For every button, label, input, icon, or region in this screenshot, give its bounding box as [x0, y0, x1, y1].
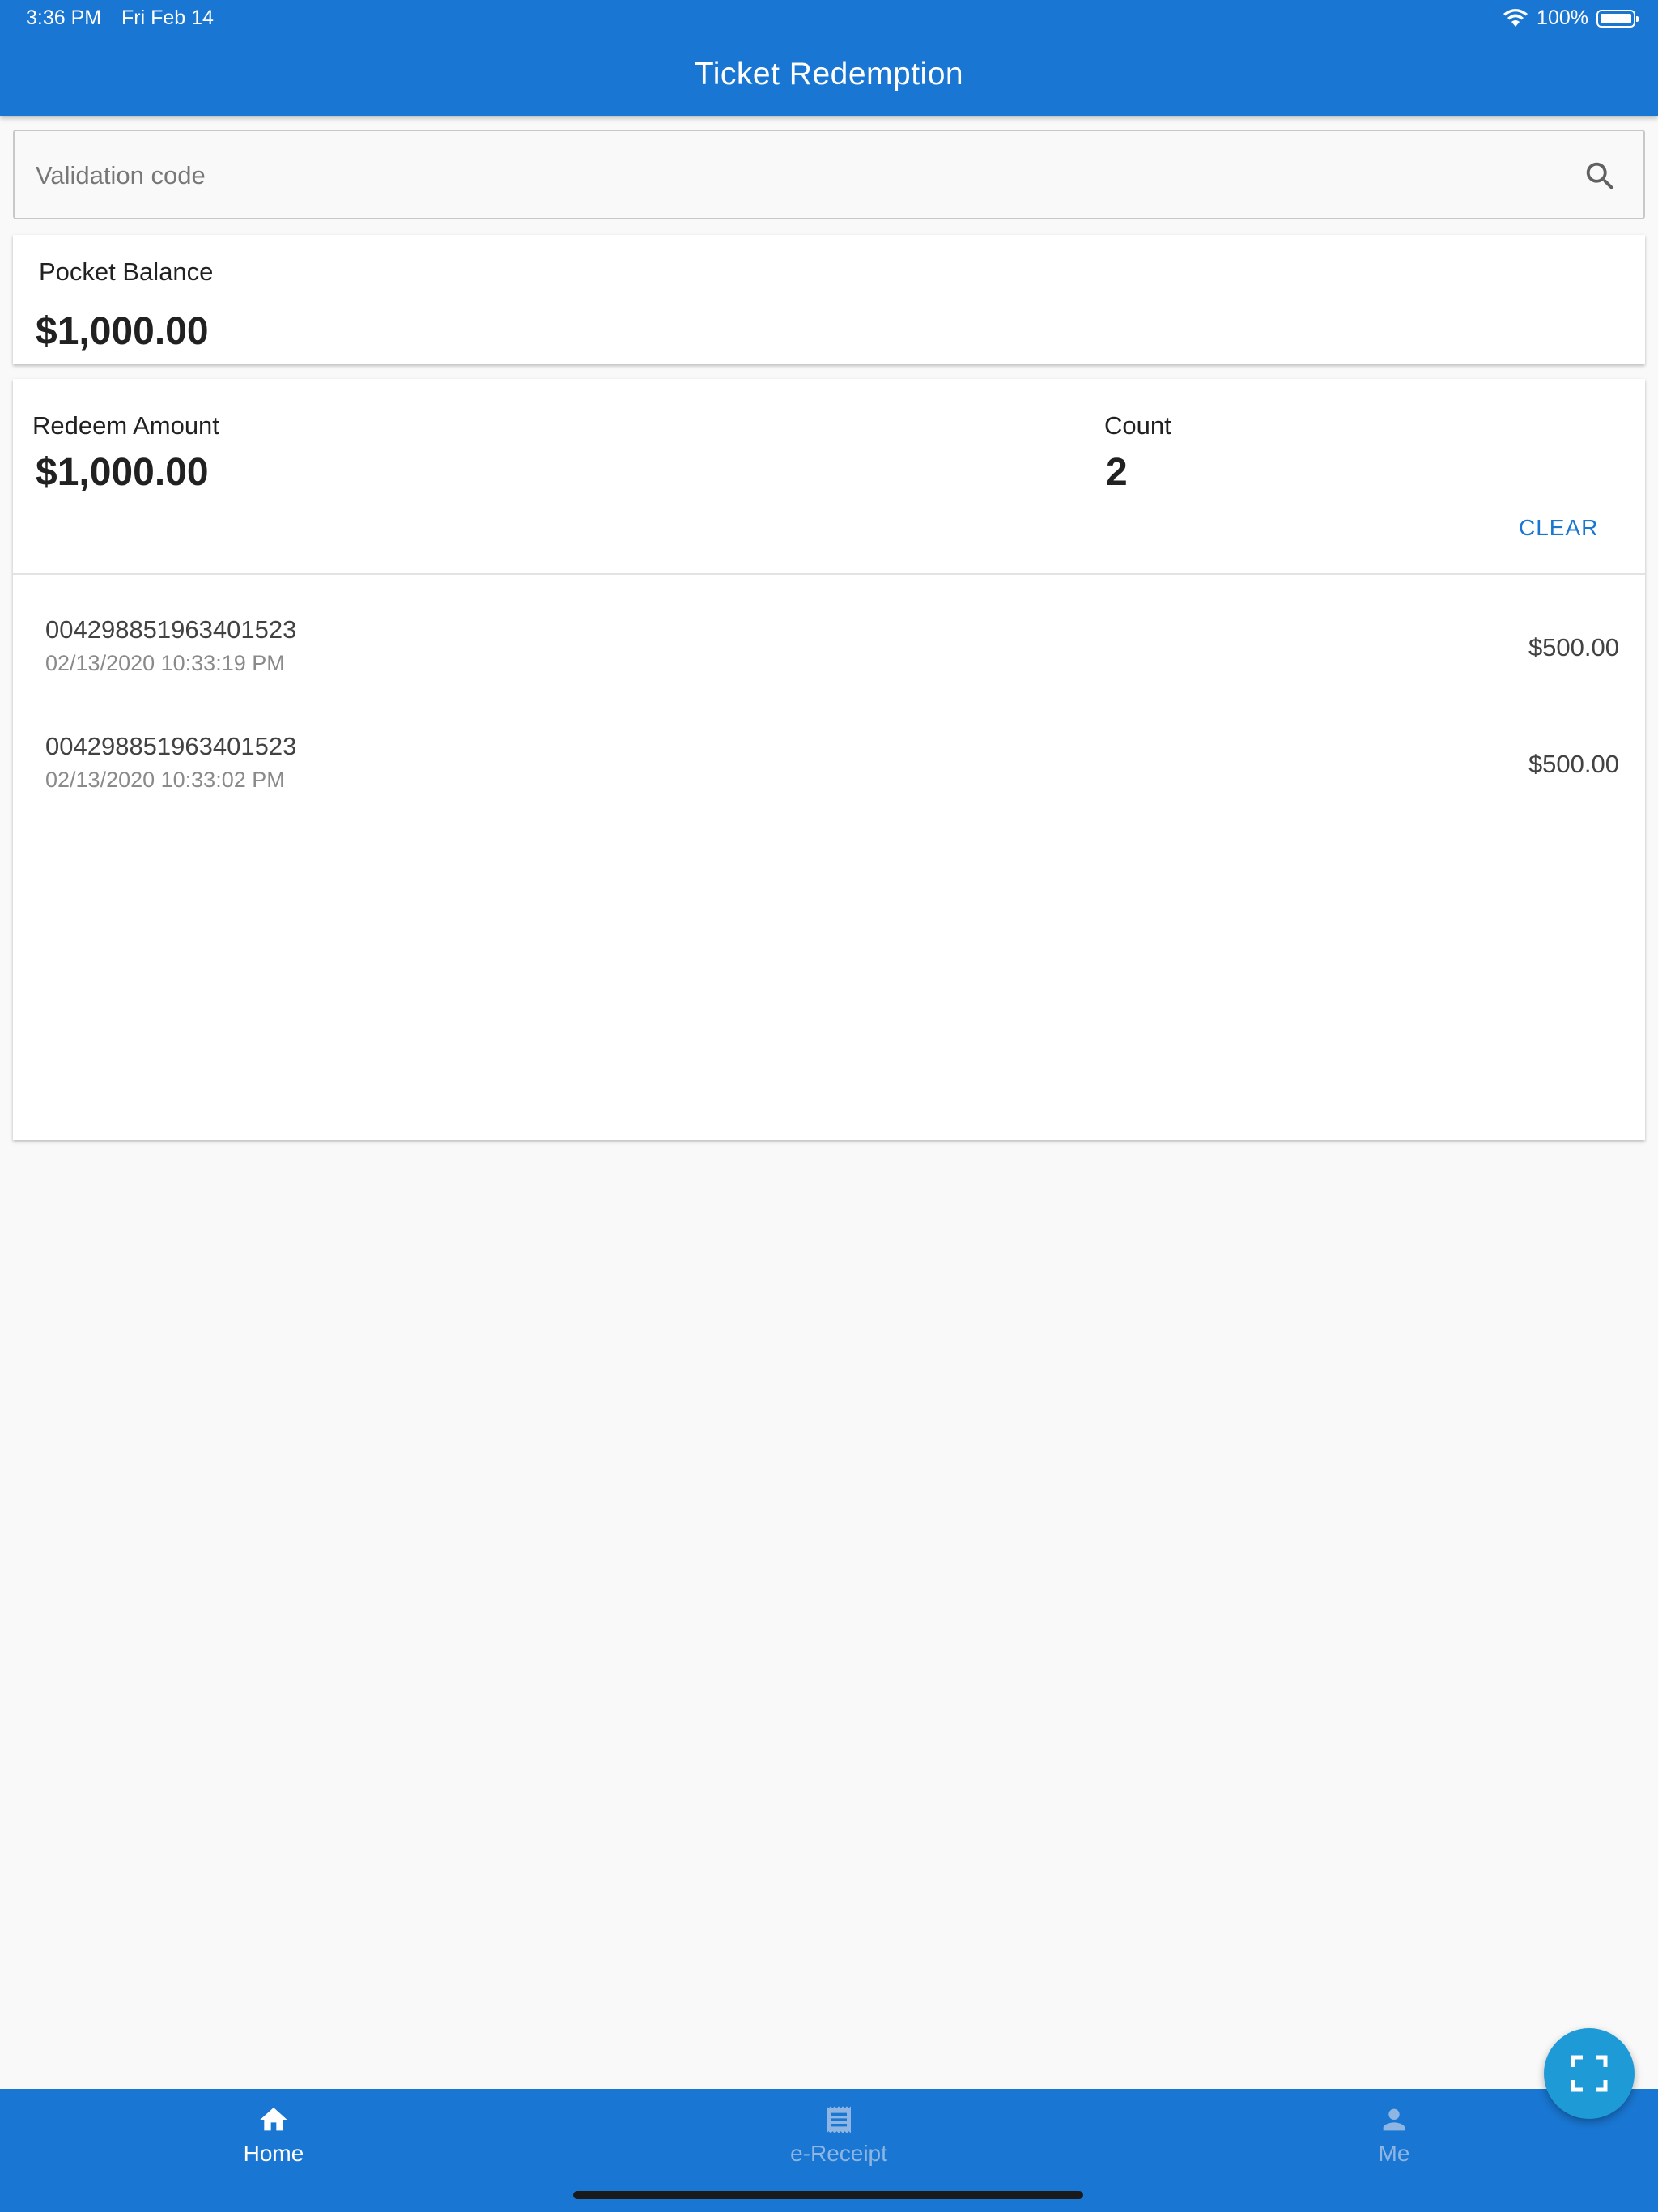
ticket-code: 004298851963401523 — [45, 732, 297, 760]
pocket-balance-card: Pocket Balance $1,000.00 — [13, 235, 1645, 364]
nav-label-home: Home — [243, 2141, 304, 2166]
list-item[interactable]: 004298851963401523 02/13/2020 10:33:02 P… — [13, 732, 1645, 837]
clear-button[interactable]: CLEAR — [1519, 515, 1598, 541]
validation-code-input[interactable] — [34, 131, 1559, 219]
ticket-amount: $500.00 — [1528, 633, 1619, 661]
nav-label-e-receipt: e-Receipt — [790, 2141, 887, 2166]
nav-item-home[interactable]: Home — [112, 2089, 436, 2186]
status-date: Fri Feb 14 — [121, 6, 214, 29]
battery-icon — [1596, 9, 1639, 28]
status-time: 3:36 PM — [26, 6, 102, 29]
list-item[interactable]: 004298851963401523 02/13/2020 10:33:19 P… — [13, 615, 1645, 721]
ticket-code: 004298851963401523 — [45, 615, 297, 644]
redeem-amount-label: Redeem Amount — [32, 411, 219, 440]
nav-item-e-receipt[interactable]: e-Receipt — [677, 2089, 1001, 2186]
search-icon[interactable] — [1582, 158, 1619, 195]
validation-code-field[interactable] — [13, 130, 1645, 219]
ticket-datetime: 02/13/2020 10:33:02 PM — [45, 768, 285, 792]
redeem-amount-value: $1,000.00 — [36, 451, 209, 494]
app-bar: 3:36 PM Fri Feb 14 100% Ticket Redemptio… — [0, 0, 1658, 116]
ticket-amount: $500.00 — [1528, 750, 1619, 778]
battery-percent: 100% — [1537, 6, 1588, 29]
nav-label-me: Me — [1378, 2141, 1410, 2166]
status-indicators: 100% — [1503, 6, 1639, 30]
pocket-balance-label: Pocket Balance — [39, 257, 214, 286]
receipt-icon — [827, 2106, 851, 2133]
page-title: Ticket Redemption — [694, 57, 964, 91]
person-icon — [1383, 2108, 1405, 2131]
home-indicator[interactable] — [573, 2191, 1083, 2199]
wifi-icon — [1503, 8, 1528, 27]
pocket-balance-amount: $1,000.00 — [36, 310, 209, 353]
scan-fab-button[interactable] — [1544, 2028, 1635, 2119]
scan-icon — [1571, 2055, 1608, 2092]
count-label: Count — [1104, 411, 1171, 440]
nav-item-me[interactable]: Me — [1232, 2089, 1556, 2186]
count-value: 2 — [1106, 451, 1128, 494]
home-icon — [260, 2108, 287, 2131]
divider — [13, 573, 1645, 575]
redeem-card: Redeem Amount $1,000.00 Count 2 CLEAR 00… — [13, 379, 1645, 1140]
ticket-datetime: 02/13/2020 10:33:19 PM — [45, 651, 285, 675]
